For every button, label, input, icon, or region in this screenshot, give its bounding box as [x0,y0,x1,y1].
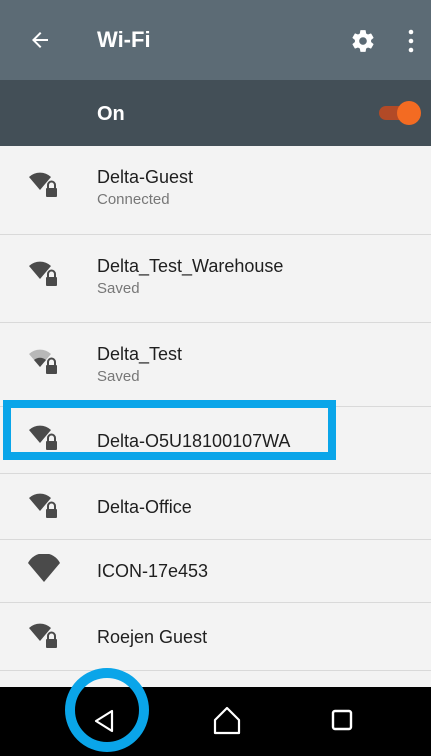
highlight-circle-annotation [65,668,149,752]
network-status: Connected [97,191,170,208]
wifi-lock-icon [29,623,57,648]
nav-home-icon[interactable] [211,705,243,735]
network-name: Delta_Test_Warehouse [97,256,284,276]
network-name: Delta-Guest [97,167,194,187]
network-name: ICON-17e453 [97,561,209,581]
network-row[interactable]: Roejen Guest [0,603,431,671]
wifi-switch-bar[interactable]: On [0,80,431,146]
wifi-lock-icon [29,172,57,197]
app-bar: Wi-Fi [0,0,431,80]
wifi-settings-screen: Wi-Fi On Delta-Guest Connected Delta_Tes… [0,0,431,756]
network-row[interactable]: Delta-Office [0,474,431,540]
wifi-lock-icon [29,261,57,286]
more-vert-icon[interactable] [404,28,418,54]
gear-icon[interactable] [350,28,376,54]
network-name: Delta-Office [97,497,192,517]
network-status: Saved [97,280,140,297]
page-title: Wi-Fi [97,27,151,52]
wifi-switch-label: On [97,103,125,125]
network-row[interactable]: ICON-17e453 [0,540,431,603]
toggle-thumb [397,101,421,125]
system-nav-bar [0,687,431,756]
network-status: Saved [97,368,140,385]
arrow-back-icon[interactable] [28,28,52,52]
network-name: Delta_Test [97,344,183,364]
network-row[interactable]: Delta_Test Saved [0,323,431,407]
network-name: Roejen Guest [97,627,208,647]
wifi-icon [28,554,60,582]
wifi-lock-icon [29,493,57,518]
network-row[interactable]: Delta_Test_Warehouse Saved [0,235,431,323]
nav-recents-square-icon[interactable] [331,709,353,731]
wifi-toggle[interactable] [375,101,421,125]
network-row[interactable]: Delta-Guest Connected [0,146,431,235]
highlight-box-annotation [3,400,336,460]
wifi-lock-weak-icon [29,349,57,374]
